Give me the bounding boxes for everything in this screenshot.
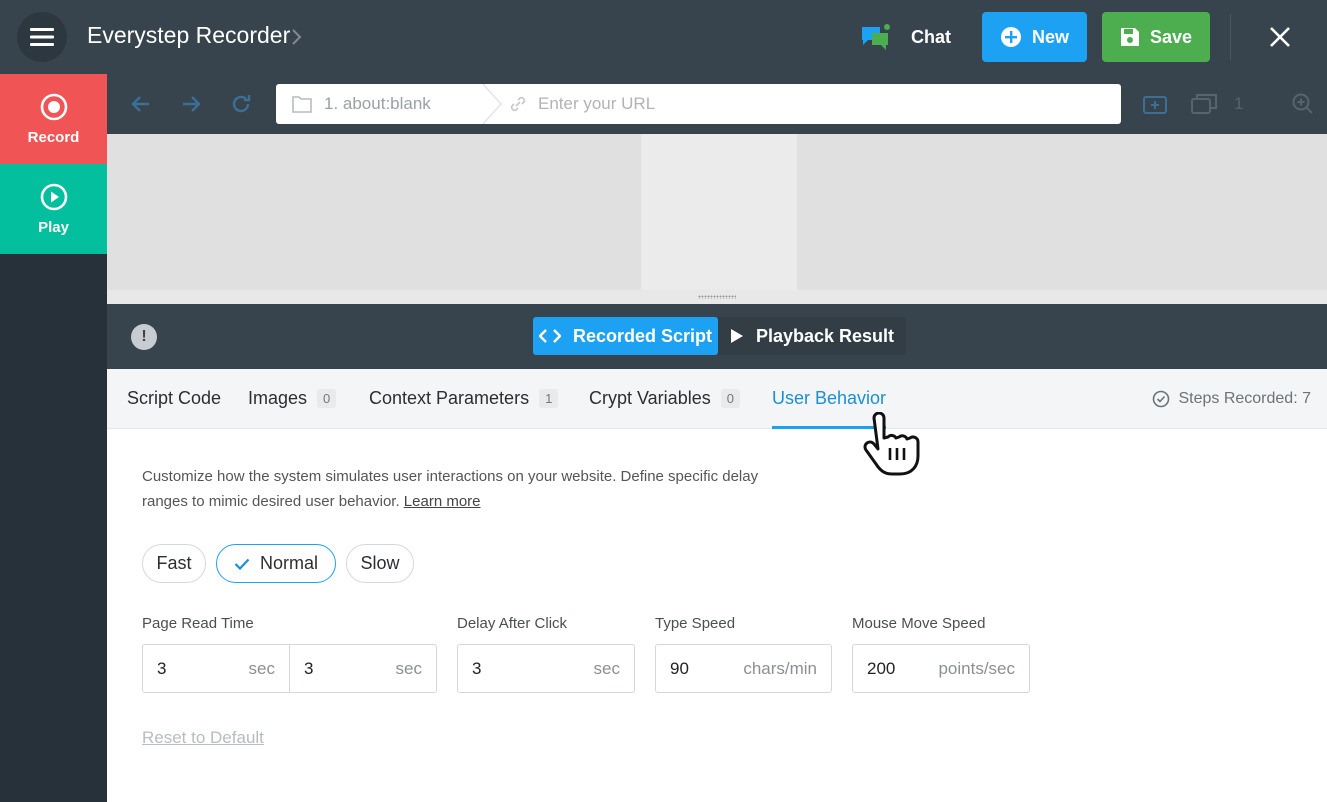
menu-button[interactable] — [17, 12, 67, 62]
new-button[interactable]: New — [982, 12, 1087, 62]
field-value: 3 — [304, 658, 314, 678]
link-icon — [510, 96, 526, 112]
tab-images[interactable]: Images 0 — [248, 369, 337, 428]
tab-label: Context Parameters — [369, 388, 530, 408]
panel-resize-handle[interactable] — [107, 290, 1327, 304]
speed-label: Slow — [360, 553, 400, 573]
field-value: 200 — [867, 658, 896, 678]
steps-recorded: Steps Recorded: 7 — [1152, 369, 1311, 428]
script-tabs-bar: Script Code Images 0 Context Parameters … — [107, 369, 1327, 429]
reset-to-default-link[interactable]: Reset to Default — [142, 728, 264, 748]
steps-recorded-label: Steps Recorded: 7 — [1178, 389, 1311, 407]
record-label: Record — [27, 128, 80, 146]
tab-script-code[interactable]: Script Code — [127, 369, 221, 428]
folder-icon — [292, 96, 312, 113]
app-title: Everystep Recorder — [87, 22, 291, 48]
browser-right-tools: 1 — [1142, 92, 1315, 116]
learn-more-link[interactable]: Learn more — [404, 493, 481, 510]
tab-label: Images — [248, 388, 308, 408]
play-icon — [730, 329, 743, 343]
forward-arrow-icon[interactable] — [179, 92, 203, 116]
top-bar: Everystep Recorder Chat New Save — [0, 0, 1327, 74]
tab-label: User Behavior — [772, 388, 887, 408]
type-speed-label: Type Speed — [655, 615, 736, 632]
refresh-icon[interactable] — [229, 92, 253, 116]
play-label: Play — [38, 218, 69, 236]
field-value: 3 — [472, 658, 482, 678]
field-value: 3 — [157, 658, 167, 678]
type-speed-input[interactable]: 90 chars/min — [655, 644, 832, 693]
back-arrow-icon[interactable] — [129, 92, 153, 116]
hand-pointer-cursor-icon — [863, 412, 920, 476]
delay-after-click-input[interactable]: 3 sec — [457, 644, 635, 693]
browser-toolbar: 1. about:blank 1 — [107, 74, 1327, 134]
tab-badge: 0 — [317, 389, 337, 408]
checkmark-icon — [234, 558, 250, 570]
mouse-move-speed-input[interactable]: 200 points/sec — [852, 644, 1030, 693]
chevron-right-icon[interactable] — [290, 27, 302, 47]
speed-label: Normal — [259, 553, 318, 573]
chat-button[interactable]: Chat — [860, 20, 951, 54]
recorded-script-label: Recorded Script — [572, 325, 713, 346]
page-read-time-min-input[interactable]: 3 sec — [142, 644, 290, 693]
speed-slow-button[interactable]: Slow — [346, 544, 414, 583]
grip-dots — [698, 295, 736, 299]
plus-circle-icon — [1000, 27, 1021, 47]
mode-bar: ! Recorded Script Playback Result — [107, 304, 1327, 369]
url-input[interactable] — [538, 94, 1118, 114]
tab-label: Crypt Variables — [589, 388, 711, 408]
field-value: 90 — [670, 658, 689, 678]
field-unit: points/sec — [938, 658, 1015, 678]
playback-result-button[interactable]: Playback Result — [718, 317, 906, 355]
check-circle-icon — [1153, 390, 1170, 407]
playback-result-label: Playback Result — [755, 325, 895, 346]
behavior-description: Customize how the system simulates user … — [142, 464, 782, 514]
chat-bubbles-icon — [862, 24, 890, 50]
tabs-icon[interactable] — [1190, 92, 1218, 116]
recorded-script-button[interactable]: Recorded Script — [533, 317, 718, 355]
play-circle-icon — [40, 183, 67, 210]
record-button[interactable]: Record — [0, 74, 107, 164]
address-bar[interactable]: 1. about:blank — [276, 84, 1121, 124]
tab-badge: 0 — [720, 389, 740, 408]
play-button[interactable]: Play — [0, 164, 107, 254]
save-button[interactable]: Save — [1102, 12, 1210, 62]
page-read-time-max-input[interactable]: 3 sec — [289, 644, 437, 693]
new-label: New — [1031, 26, 1069, 47]
tab-label: Script Code — [127, 388, 222, 408]
browser-tab-label: 1. about:blank — [324, 94, 431, 113]
page-read-time-label: Page Read Time — [142, 615, 254, 632]
close-icon — [1270, 27, 1290, 47]
tab-separator-arrow — [482, 84, 503, 124]
toolbar-divider — [1230, 14, 1231, 60]
field-unit: sec — [248, 658, 275, 678]
browser-viewport — [107, 134, 1327, 290]
field-unit: chars/min — [743, 658, 817, 678]
tab-crypt-variables[interactable]: Crypt Variables 0 — [589, 369, 740, 428]
tab-count: 1 — [1234, 94, 1244, 113]
record-icon — [40, 93, 67, 120]
save-label: Save — [1149, 26, 1193, 47]
viewport-center-column — [641, 134, 797, 290]
delay-after-click-label: Delay After Click — [457, 615, 568, 632]
close-button[interactable] — [1262, 19, 1298, 55]
speed-label: Fast — [156, 553, 192, 573]
tab-context-parameters[interactable]: Context Parameters 1 — [369, 369, 559, 428]
field-unit: sec — [593, 658, 620, 678]
speed-fast-button[interactable]: Fast — [142, 544, 206, 583]
field-unit: sec — [395, 658, 422, 678]
new-tab-icon[interactable] — [1142, 92, 1168, 116]
speed-normal-button[interactable]: Normal — [216, 544, 336, 583]
tab-badge: 1 — [539, 389, 559, 408]
code-icon — [538, 329, 561, 343]
mouse-move-speed-label: Mouse Move Speed — [852, 615, 986, 632]
left-sidebar: Record Play — [0, 74, 107, 802]
user-behavior-panel: Customize how the system simulates user … — [107, 430, 1327, 802]
browser-tab-indicator[interactable]: 1. about:blank — [276, 84, 503, 124]
chat-label: Chat — [911, 26, 951, 47]
floppy-disk-icon — [1120, 28, 1139, 46]
info-icon[interactable]: ! — [131, 324, 157, 350]
hamburger-icon — [30, 28, 54, 46]
zoom-in-icon[interactable] — [1291, 92, 1315, 116]
